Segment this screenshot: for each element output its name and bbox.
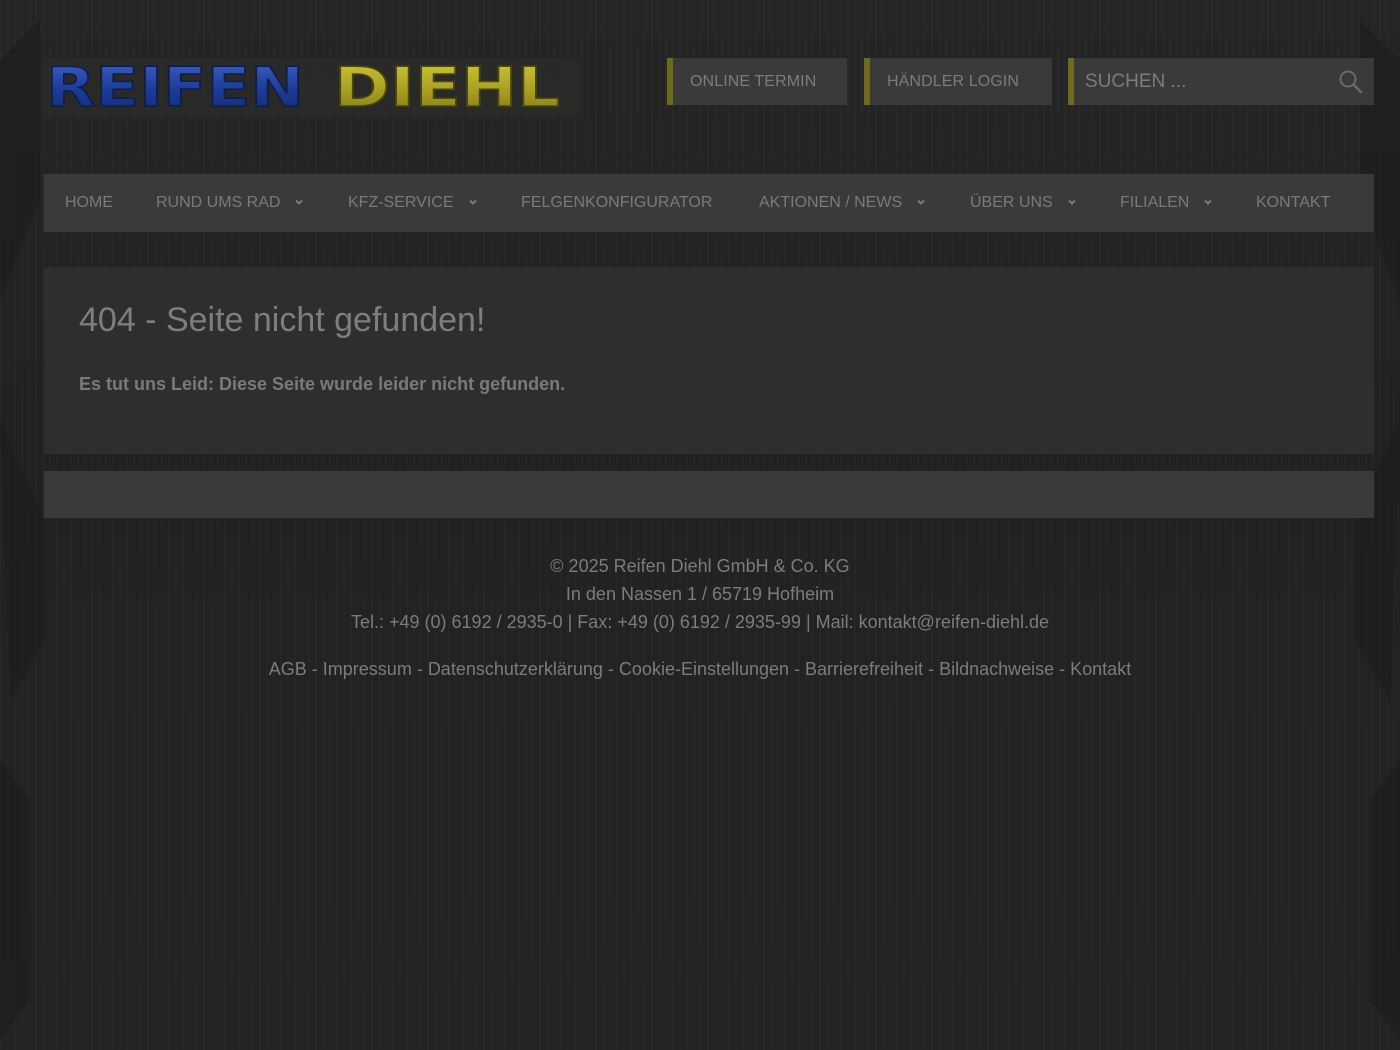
online-termin-button[interactable]: ONLINE TERMIN (667, 58, 847, 105)
page-title: 404 - Seite nicht gefunden! (79, 301, 486, 339)
tire-tread-left-decoration (0, 20, 45, 1040)
search-box (1068, 58, 1374, 105)
main-navigation: HOME RUND UMS RAD KFZ-SERVICE FELGENKONF… (44, 174, 1374, 232)
search-icon[interactable] (1338, 69, 1364, 95)
footer-address: In den Nassen 1 / 65719 Hofheim (565, 584, 835, 604)
footer-link-agb[interactable]: AGB (269, 659, 307, 679)
reifen-diehl-logo[interactable]: REIFEN DIEHL (44, 56, 580, 120)
chevron-down-icon (917, 199, 925, 205)
chevron-down-icon (1067, 199, 1076, 205)
nav-item-rund-ums-rad[interactable]: RUND UMS RAD (156, 174, 304, 232)
footer-link-bildnachweise[interactable]: Bildnachweise (939, 659, 1054, 679)
content-panel: 404 - Seite nicht gefunden! Es tut uns L… (44, 267, 1374, 454)
link-separator: - (789, 659, 806, 679)
footer-link-datenschutz[interactable]: Datenschutzerklärung (428, 659, 603, 679)
nav-item-aktionen-news[interactable]: AKTIONEN / NEWS (759, 174, 926, 232)
nav-item-label: AKTIONEN / NEWS (759, 194, 903, 211)
nav-item-label: HOME (65, 194, 113, 211)
nav-item-felgenkonfigurator[interactable]: FELGENKONFIGURATOR (521, 174, 712, 232)
link-separator: - (602, 659, 619, 679)
nav-item-label: FELGENKONFIGURATOR (521, 194, 713, 211)
nav-item-filialen[interactable]: FILIALEN (1120, 174, 1213, 232)
nav-item-label: FILIALEN (1120, 194, 1190, 211)
nav-item-label: ÜBER UNS (970, 194, 1053, 211)
content-bottom-bar (44, 471, 1374, 518)
footer-link-cookie-einstellungen[interactable]: Cookie-Einstellungen (619, 659, 789, 679)
link-separator: - (1054, 659, 1071, 679)
footer-copyright: © 2025 Reifen Diehl GmbH & Co. KG (550, 556, 850, 576)
footer-link-barrierefreiheit[interactable]: Barrierefreiheit (805, 659, 923, 679)
footer-links: AGB - Impressum - Datenschutzerklärung -… (0, 659, 1400, 680)
footer-link-impressum[interactable]: Impressum (323, 659, 412, 679)
nav-item-home[interactable]: HOME (65, 174, 113, 232)
logo-text-diehl: DIEHL (334, 56, 560, 119)
footer-contact: Tel.: +49 (0) 6192 / 2935-0 | Fax: +49 (… (350, 612, 1050, 632)
footer-link-kontakt[interactable]: Kontakt (1070, 659, 1131, 679)
error-message: Es tut uns Leid: Diese Seite wurde leide… (79, 374, 566, 394)
link-separator: - (306, 659, 323, 679)
nav-item-label: KFZ-SERVICE (348, 194, 454, 211)
chevron-down-icon (1204, 199, 1213, 205)
link-separator: - (923, 659, 940, 679)
nav-item-kontakt[interactable]: KONTAKT (1256, 174, 1330, 232)
nav-item-kfz-service[interactable]: KFZ-SERVICE (348, 174, 478, 232)
background-texture (0, 0, 1400, 1050)
tire-tread-right-decoration (1355, 20, 1400, 1040)
logo-text-reifen: REIFEN (46, 56, 304, 119)
nav-item-ueber-uns[interactable]: ÜBER UNS (970, 174, 1077, 232)
chevron-down-icon (295, 199, 304, 205)
chevron-down-icon (468, 199, 477, 205)
search-input[interactable] (1085, 58, 1325, 105)
nav-item-label: RUND UMS RAD (156, 194, 281, 211)
haendler-login-button[interactable]: HÄNDLER LOGIN (864, 58, 1052, 105)
nav-item-label: KONTAKT (1256, 194, 1331, 211)
link-separator: - (411, 659, 428, 679)
